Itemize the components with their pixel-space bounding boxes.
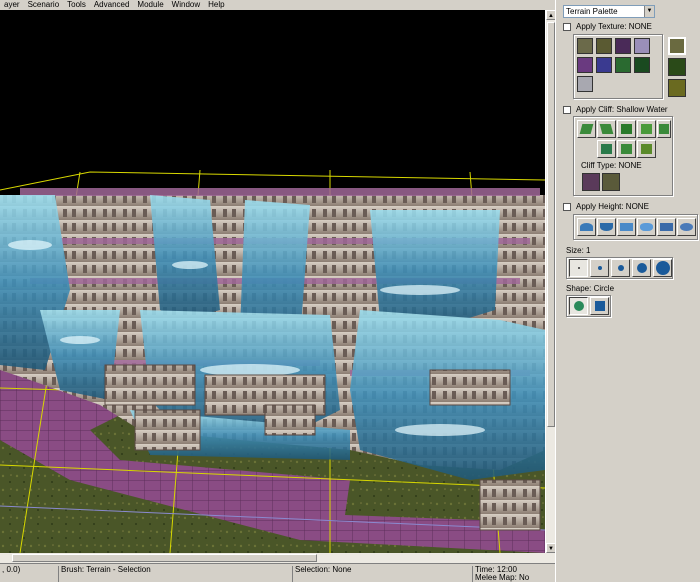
status-melee: Melee Map: No [475,573,530,582]
status-coords: , 0.0) [2,565,21,574]
apply-height-checkbox[interactable] [563,202,571,211]
cliff-tool-2[interactable] [597,120,616,138]
texture-tile-3[interactable] [615,38,631,54]
brush-size-2-button[interactable] [590,259,609,277]
cliff-type-tile-1[interactable] [582,173,600,191]
texture-tile-11[interactable] [668,79,686,97]
menu-item-scenario[interactable]: Scenario [24,0,64,10]
status-bar: , 0.0) Brush: Terrain - Selection Select… [0,563,555,582]
apply-height-label: Apply Height: NONE [576,202,649,211]
palette-select[interactable]: Terrain Palette ▼ [563,5,655,18]
height-smooth-icon[interactable] [677,218,696,236]
vertical-scroll-thumb[interactable] [547,22,555,427]
brush-size-4-button[interactable] [632,259,651,277]
cliff-tool-5[interactable] [657,120,671,138]
apply-texture-checkbox[interactable] [563,22,571,31]
texture-tile-2[interactable] [596,38,612,54]
texture-tile-9[interactable] [577,76,593,92]
height-tools-group [573,214,698,240]
cliff-tool-6[interactable] [597,140,616,158]
status-brush: Brush: Terrain - Selection [58,566,151,582]
texture-tile-1[interactable] [577,38,593,54]
texture-tile-8[interactable] [634,57,650,73]
cliff-type-tile-2[interactable] [602,173,620,191]
size-label: Size: 1 [566,246,591,255]
terrain-palette-panel: Terrain Palette ▼ Apply Texture: NONE Ap… [555,0,700,582]
brush-shape-group [566,295,611,317]
brush-size-5-button[interactable] [653,259,672,277]
status-selection: Selection: None [292,566,351,582]
brush-size-group [566,257,673,279]
apply-texture-label: Apply Texture: NONE [576,22,652,31]
circle-shape-icon[interactable] [569,297,588,315]
texture-tile-6[interactable] [596,57,612,73]
texture-tile-4[interactable] [634,38,650,54]
menu-item-advanced[interactable]: Advanced [90,0,134,10]
menu-item-window[interactable]: Window [168,0,204,10]
status-time-melee: Time: 12:00 Melee Map: No [472,566,529,582]
terrain-render[interactable] [0,10,545,553]
apply-texture-checkbox-row[interactable]: Apply Texture: NONE [563,22,652,31]
chevron-down-icon[interactable]: ▼ [644,6,654,17]
menu-item-help[interactable]: Help [204,0,228,10]
vertical-scrollbar[interactable]: ▲ ▼ [545,10,556,553]
cliff-tool-4[interactable] [637,120,656,138]
menu-item-ayer[interactable]: ayer [0,0,24,10]
apply-cliff-checkbox-row[interactable]: Apply Cliff: Shallow Water [563,105,668,114]
square-shape-icon[interactable] [590,297,609,315]
apply-cliff-checkbox[interactable] [563,105,571,114]
cliff-tool-8[interactable] [637,140,656,158]
cliff-tool-3[interactable] [617,120,636,138]
brush-size-3-button[interactable] [611,259,630,277]
height-plateau-icon[interactable] [617,218,636,236]
cliff-type-label: Cliff Type: NONE [581,161,642,170]
horizontal-scroll-thumb[interactable] [12,554,317,562]
cliff-tool-1[interactable] [577,120,596,138]
terrain-viewport[interactable] [0,10,545,553]
brush-size-1-button[interactable] [569,259,588,277]
height-raise-icon[interactable] [577,218,596,236]
texture-tiles-group [573,34,663,99]
horizontal-scrollbar[interactable] [0,553,555,563]
height-ripple-icon[interactable] [637,218,656,236]
texture-tile-5[interactable] [577,57,593,73]
palette-select-value: Terrain Palette [566,7,618,16]
menu-item-module[interactable]: Module [133,0,167,10]
height-noise-icon[interactable] [657,218,676,236]
texture-tile-10[interactable] [668,58,686,76]
apply-height-checkbox-row[interactable]: Apply Height: NONE [563,202,649,211]
texture-tile-selected[interactable] [668,37,686,55]
apply-cliff-label: Apply Cliff: Shallow Water [576,105,668,114]
height-lower-icon[interactable] [597,218,616,236]
menu-bar: ayer Scenario Tools Advanced Module Window Hel… [0,0,555,10]
menu-item-tools[interactable]: Tools [63,0,90,10]
texture-tile-7[interactable] [615,57,631,73]
shape-label: Shape: Circle [566,284,615,293]
cliff-tool-7[interactable] [617,140,636,158]
